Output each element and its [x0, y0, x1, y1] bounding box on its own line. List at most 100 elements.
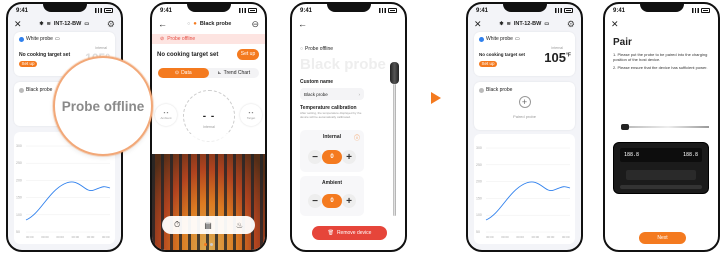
back-arrow-icon[interactable]: ← — [298, 19, 307, 29]
white-probe-label: White probe — [26, 36, 53, 42]
gear-icon[interactable]: ⚙ — [567, 19, 575, 30]
base-station-image: 188.8 188.8 — [613, 142, 709, 194]
status-icons — [95, 8, 113, 13]
internal-label: Internal — [95, 46, 107, 50]
preset-icon[interactable]: ▤ — [204, 221, 212, 230]
ambient-label: Ambient — [160, 116, 172, 120]
remove-device-button[interactable]: 🗑 Remove device — [312, 226, 387, 240]
chevron-right-icon: › — [358, 91, 361, 97]
next-button[interactable]: Next — [639, 232, 686, 244]
temp-unit: °F — [565, 52, 571, 59]
chart-y-tick: 250 — [16, 161, 22, 165]
set-up-button[interactable]: Set up — [237, 49, 259, 60]
ambient-stepper: − 0 + — [308, 194, 356, 208]
chart-svg: 300 250 200 150 100 50 00:00 00:00 00:00 00:00 00:… — [476, 146, 571, 239]
top-bar: ✕ ✱ ≋ INT-12-BW ▭ ⚙ — [474, 18, 575, 30]
device-selector[interactable]: ✱ ≋ INT-12-BW ▭ — [39, 21, 89, 27]
battery-icon — [701, 8, 710, 13]
tab-data[interactable]: ⊙ Data — [158, 68, 209, 78]
white-probe-label: White probe — [486, 36, 513, 42]
more-icon[interactable]: ⊖ — [251, 19, 259, 30]
top-bar: ✕ ✱ ≋ INT-12-BW ▭ ⚙ — [14, 18, 115, 30]
probe-dot-icon — [479, 87, 484, 93]
status-icons — [379, 8, 397, 13]
gauge-target: - - Target — [240, 104, 262, 126]
internal-stepper: − 0 + — [308, 150, 356, 164]
battery-icon: ▭ — [84, 21, 90, 27]
custom-name-field[interactable]: Black probe › — [300, 88, 364, 100]
chart-y-tick: 50 — [476, 230, 480, 234]
battery-icon: ▭ — [514, 36, 520, 42]
ambient-minus-button[interactable]: − — [308, 194, 322, 208]
signal-icon — [555, 8, 562, 13]
internal-cal-value[interactable]: 0 — [322, 150, 342, 164]
signal-icon — [692, 8, 699, 13]
set-up-button[interactable]: Set up — [19, 61, 37, 67]
chart-x-tick: 00:00 — [102, 235, 110, 239]
flow-arrow-icon — [431, 92, 441, 104]
gear-icon[interactable]: ⚙ — [107, 19, 115, 30]
black-probe-header: Black probe — [19, 87, 52, 93]
probe-offline-magnifier: Probe offline — [53, 56, 153, 156]
status-time: 9:41 — [476, 7, 489, 14]
close-icon[interactable]: ✕ — [474, 19, 482, 30]
trash-icon: 🗑 — [327, 230, 334, 236]
display-left-value: 188.8 — [624, 152, 640, 158]
tab-trend-chart[interactable]: ⊾ Trend Chart — [209, 68, 260, 78]
close-icon[interactable]: ✕ — [14, 19, 22, 30]
add-probe-button[interactable]: + — [518, 96, 531, 108]
ambient-calibration-card: Ambient − 0 + — [300, 176, 364, 216]
wifi-icon: ≋ — [506, 21, 511, 27]
bluetooth-icon: ✱ — [39, 21, 44, 27]
bluetooth-icon: ✱ — [499, 21, 504, 27]
chart-y-tick: 300 — [16, 144, 22, 148]
status-time: 9:41 — [160, 7, 173, 14]
page-dot — [210, 243, 213, 246]
chart-x-tick: 00:00 — [26, 235, 34, 239]
internal-minus-button[interactable]: − — [308, 150, 322, 164]
internal-plus-button[interactable]: + — [342, 150, 356, 164]
signal-icon — [95, 8, 102, 13]
tab-bar: ⊙ Data ⊾ Trend Chart — [158, 68, 259, 78]
grill-icon[interactable]: ♨ — [236, 221, 243, 230]
black-probe-card[interactable]: Black probe + Paired probe — [474, 82, 575, 130]
no-target-text: No cooking target set — [479, 52, 526, 57]
device-selector[interactable]: ✱ ≋ INT-12-BW ▭ — [499, 21, 549, 27]
white-probe-card[interactable]: White probe ▭ No cooking target set Set … — [474, 32, 575, 76]
chart-x-tick: 00:00 — [41, 235, 49, 239]
chart-y-tick: 200 — [476, 180, 482, 184]
signal-icon — [239, 8, 246, 13]
magnifier-text: Probe offline — [61, 98, 145, 114]
pair-instruction-1: 1. Please put the probe to be paired int… — [613, 52, 708, 62]
chart-x-tick: 00:00 — [562, 235, 570, 239]
status-time: 9:41 — [613, 7, 626, 14]
tab-data-label: Data — [181, 70, 192, 76]
chart-series-line — [25, 181, 111, 221]
chart-y-tick: 250 — [476, 163, 482, 167]
temp-readout: 105°F — [544, 50, 571, 65]
internal-value: - - — [202, 110, 216, 122]
set-up-button[interactable]: Set up — [479, 61, 497, 67]
chart-y-tick: 300 — [476, 146, 482, 150]
wifi-icon: ≋ — [46, 21, 51, 27]
close-icon[interactable]: ✕ — [611, 19, 619, 30]
top-bar: ← — [298, 18, 399, 30]
watermark-title: Black probe — [300, 56, 386, 73]
temperature-chart: 300 250 200 150 100 50 00:00 00:00 00:00 00:00 00:… — [474, 134, 575, 244]
no-target-text: No cooking target set — [157, 52, 219, 58]
battery-icon — [248, 8, 257, 13]
no-target-text: No cooking target set — [19, 52, 71, 58]
black-probe-label: Black probe — [26, 87, 53, 93]
status-icons — [555, 8, 573, 13]
ambient-cal-value[interactable]: 0 — [322, 194, 342, 208]
info-icon[interactable]: ⓘ — [354, 133, 360, 142]
back-arrow-icon[interactable]: ← — [158, 19, 167, 29]
timer-icon[interactable]: ⏱ — [174, 220, 180, 230]
phone-screen-probe-detail: 9:41 ← ○ ● Black probe ⊖ ⊘ Probe offline… — [150, 2, 267, 252]
chart-x-tick: 00:00 — [547, 235, 555, 239]
data-icon: ⊙ — [174, 70, 180, 76]
ambient-plus-button[interactable]: + — [342, 194, 356, 208]
base-station-display: 188.8 188.8 — [620, 148, 702, 162]
probe-indicator-icon: ○ — [187, 21, 191, 27]
probe-status-row: ○ Probe offline — [300, 46, 333, 52]
